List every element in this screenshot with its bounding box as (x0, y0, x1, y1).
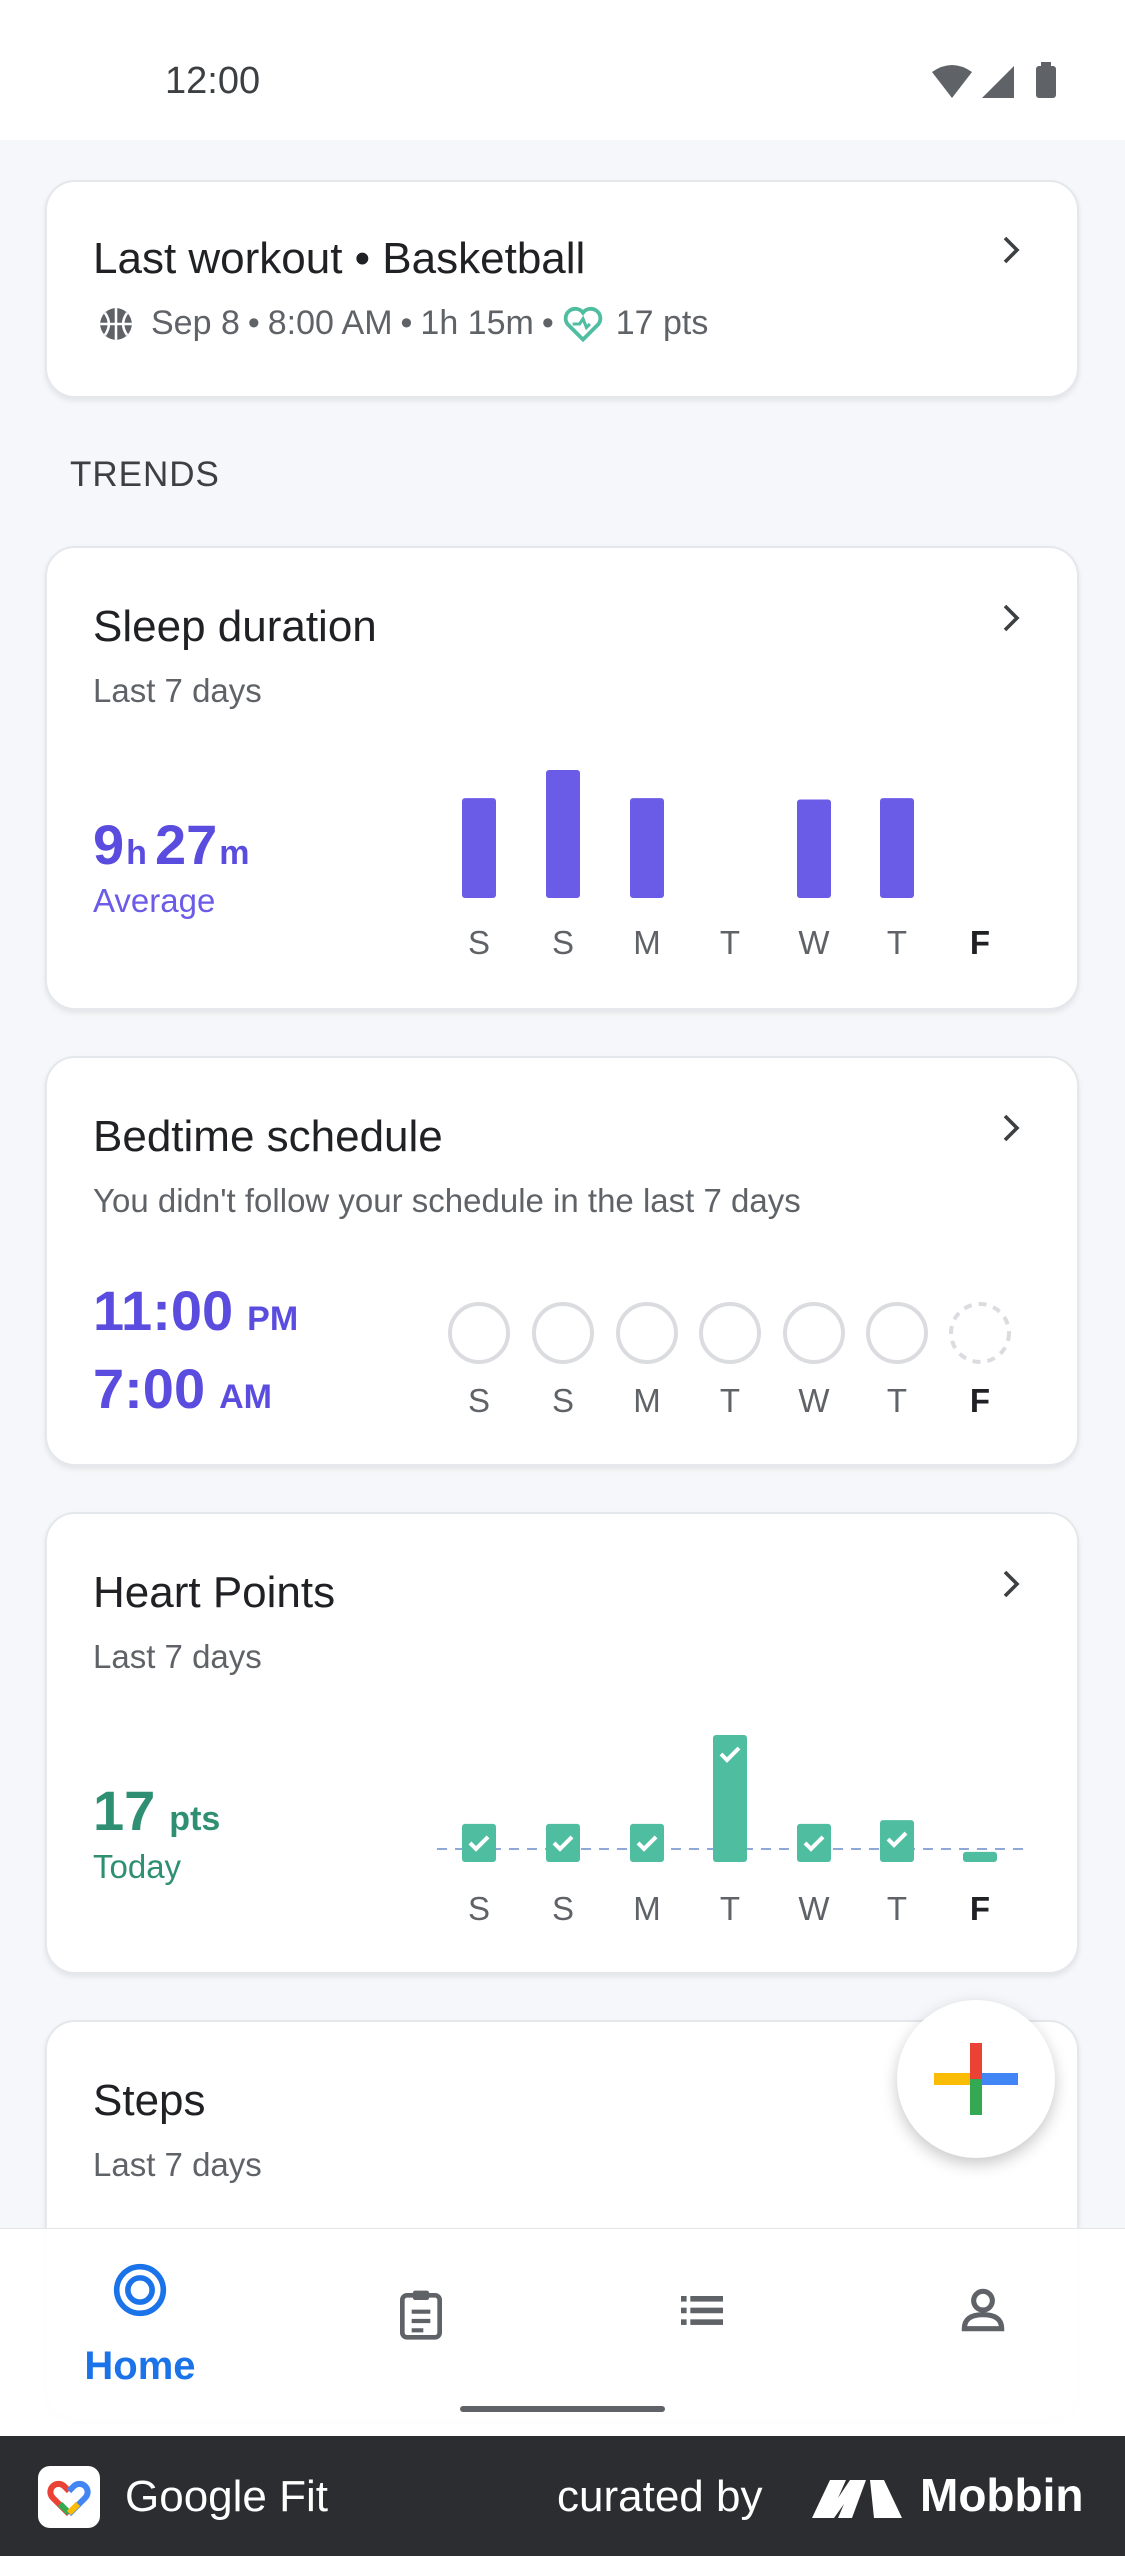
sleep-bar (546, 770, 580, 898)
bottom-navigation: Home (0, 2228, 1125, 2436)
day-label: T (719, 1382, 741, 1419)
sleep-bar (797, 799, 831, 898)
day-label: F (969, 1890, 991, 1927)
heart-points-bar (963, 1851, 997, 1862)
sleep-bar (462, 798, 496, 898)
steps-title: Steps (93, 2076, 206, 2125)
day-label: S (551, 924, 574, 961)
heart-points-bar (462, 1823, 496, 1862)
workout-duration: 1h 15m (420, 304, 534, 342)
list-icon (681, 2296, 723, 2325)
heart-points-icon (563, 306, 602, 342)
day-label: W (798, 1382, 830, 1419)
bedtime-day-pending (949, 1302, 1011, 1364)
bedtime-schedule-card[interactable]: Bedtime schedule You didn't follow your … (45, 1056, 1079, 1466)
separator-dot: • (247, 304, 260, 342)
google-fit-logo (38, 2466, 100, 2528)
day-label: S (551, 1382, 574, 1419)
workout-date: Sep 8 (151, 304, 240, 342)
day-label: T (886, 1382, 908, 1419)
sleep-bar (880, 798, 914, 898)
day-label: M (633, 1382, 661, 1419)
mobbin-logo (812, 2480, 902, 2518)
nav-home-label: Home (84, 2344, 196, 2388)
day-label: S (551, 1890, 574, 1927)
status-bar: 12:00 (0, 0, 1125, 140)
signal-icon (982, 66, 1014, 98)
day-label: T (886, 924, 908, 961)
footer-banner: Google Fit curated by Mobbin (0, 2436, 1125, 2556)
separator-dot: • (541, 304, 554, 342)
add-activity-button[interactable] (897, 2000, 1055, 2158)
bedtime-day-missed (616, 1302, 678, 1364)
sleep-day-labels: SSMTWTF (47, 924, 1081, 964)
day-label: M (633, 924, 661, 961)
footer-brand: Mobbin (920, 2469, 1084, 2521)
clipboard-icon (400, 2290, 442, 2340)
nav-browse[interactable] (602, 2254, 802, 2404)
status-icons (932, 62, 1056, 98)
day-label: T (719, 924, 741, 961)
steps-subtitle: Last 7 days (93, 2146, 262, 2183)
day-label: T (886, 1890, 908, 1927)
heart-points-bar (630, 1823, 664, 1862)
footer-curated-by: curated by (557, 2472, 763, 2521)
day-label: T (719, 1890, 741, 1927)
profile-icon (961, 2288, 1005, 2332)
sleep-duration-card[interactable]: Sleep duration Last 7 days 9h 27m Average… (45, 546, 1079, 1010)
heart-points-bar (546, 1823, 580, 1862)
home-rings-icon (113, 2263, 167, 2317)
footer-app-name: Google Fit (125, 2472, 328, 2521)
bedtime-day-missed (783, 1302, 845, 1364)
heart-points-bar (713, 1735, 747, 1862)
chevron-right-icon (1003, 236, 1020, 264)
nav-journal[interactable] (321, 2254, 521, 2404)
bedtime-day-missed (699, 1302, 761, 1364)
wifi-icon (932, 65, 972, 98)
day-label: S (467, 1382, 490, 1419)
workout-points: 17 pts (615, 304, 709, 342)
heart-points-bar (797, 1823, 831, 1862)
separator-dot: • (400, 304, 413, 342)
day-label: S (467, 1890, 490, 1927)
nav-home[interactable]: Home (40, 2254, 240, 2404)
last-workout-meta: Sep 8 • 8:00 AM • 1h 15m • 17 pts (97, 304, 708, 343)
day-label: F (969, 924, 991, 961)
sleep-bar (630, 798, 664, 898)
bedtime-day-missed (866, 1302, 928, 1364)
day-label: F (969, 1382, 991, 1419)
last-workout-card[interactable]: Last workout • Basketball Sep 8 • 8:00 A… (45, 180, 1079, 398)
bedtime-day-missed (448, 1302, 510, 1364)
day-label: S (467, 924, 490, 961)
trends-heading: TRENDS (70, 455, 220, 494)
day-label: W (798, 1890, 830, 1927)
basketball-icon (100, 307, 132, 340)
plus-icon (934, 2043, 1018, 2115)
bedtime-day-missed (532, 1302, 594, 1364)
workout-time: 8:00 AM (267, 304, 393, 342)
status-time: 12:00 (165, 60, 261, 102)
heart-points-card[interactable]: Heart Points Last 7 days 17 pts Today SSM… (45, 1512, 1079, 1974)
day-label: W (798, 924, 830, 961)
heart-points-day-labels: SSMTWTF (47, 1890, 1081, 1930)
battery-icon (1036, 66, 1056, 98)
nav-profile[interactable] (883, 2254, 1083, 2404)
home-indicator (460, 2406, 665, 2412)
day-label: M (633, 1890, 661, 1927)
last-workout-title: Last workout • Basketball (93, 234, 586, 283)
bedtime-day-labels: SSMTWTF (47, 1382, 1081, 1422)
